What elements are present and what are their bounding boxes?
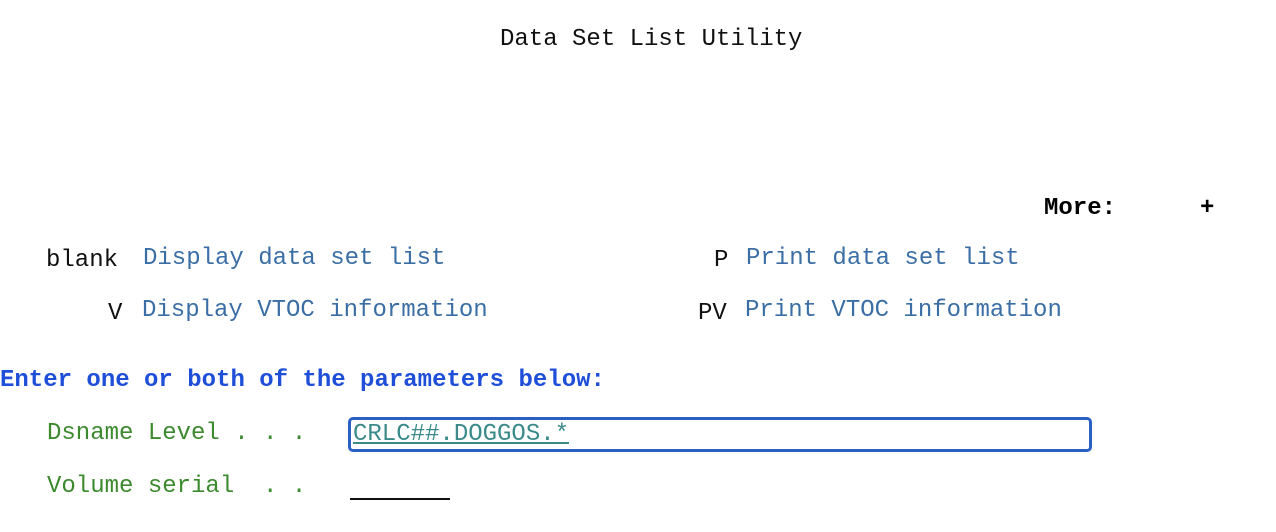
more-indicator[interactable]: +	[1200, 197, 1214, 221]
option-key-pv: PV	[698, 300, 727, 327]
form-instruction: Enter one or both of the parameters belo…	[0, 367, 605, 394]
option-print-vtoc-information[interactable]: Print VTOC information	[745, 299, 1062, 323]
option-key-p: P	[714, 247, 729, 274]
option-key-blank: blank	[46, 247, 119, 274]
option-print-data-set-list[interactable]: Print data set list	[746, 247, 1020, 271]
dsname-level-label: Dsname Level . . .	[47, 420, 307, 447]
dsname-level-input[interactable]: CRLC##.DOGGOS.*	[348, 417, 1092, 452]
page-title: Data Set List Utility	[500, 26, 803, 53]
more-label: More:	[1044, 195, 1117, 222]
option-display-data-set-list[interactable]: Display data set list	[143, 247, 445, 271]
dsname-level-value: CRLC##.DOGGOS.*	[353, 421, 570, 448]
volume-serial-input[interactable]	[350, 470, 450, 500]
volume-serial-label: Volume serial . .	[47, 473, 307, 500]
option-key-v: V	[108, 300, 123, 327]
option-display-vtoc-information[interactable]: Display VTOC information	[142, 299, 488, 323]
